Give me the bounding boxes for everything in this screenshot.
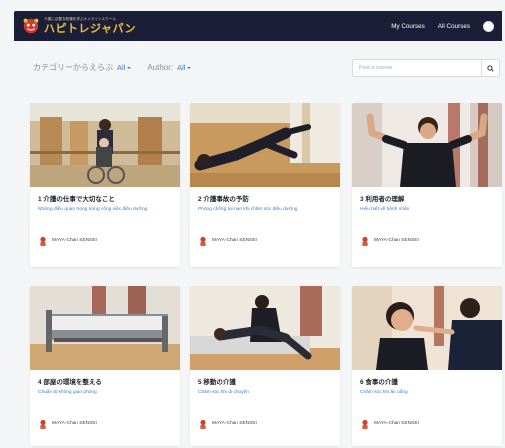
course-thumbnail-corridor-wheelchair[interactable] <box>30 103 180 187</box>
author-name: MAYA-Chan SENSEI <box>52 421 97 427</box>
course-title[interactable]: 3 利用者の理解 <box>352 187 502 204</box>
course-thumbnail-feeding[interactable] <box>352 286 502 370</box>
course-card[interactable]: 2 介護事故の予防 Phòng chống tai nạn khi chăm s… <box>190 103 340 267</box>
course-author: MAYA-Chan SENSEI <box>30 411 180 429</box>
course-card[interactable]: 5 移動の介護 Chăm sóc khi di chuyển MAYA-Chan… <box>190 286 340 446</box>
category-filter-value: All <box>117 63 126 72</box>
course-author: MAYA-Chan SENSEI <box>190 411 340 429</box>
filter-bar: カテゴリーからえらぶ All Author: All <box>33 62 203 73</box>
search-button[interactable] <box>481 60 499 76</box>
author-filter-value: All <box>177 63 186 72</box>
chevron-down-icon <box>187 66 192 69</box>
user-avatar[interactable] <box>483 20 494 32</box>
category-filter-label: カテゴリーからえらぶ <box>33 63 113 72</box>
author-name: MAYA-Chan SENSEI <box>212 238 257 244</box>
course-title[interactable]: 1 介護の仕事で大切なこと <box>30 187 180 204</box>
course-author: MAYA-Chan SENSEI <box>30 228 180 246</box>
author-avatar-icon <box>200 236 206 246</box>
category-filter-dropdown[interactable]: All <box>117 63 132 72</box>
site-logo[interactable]: 介護に必要な知識を学ぶオンラインスクール ハピトレジャパン <box>22 17 136 35</box>
course-subtitle: Chăm sóc khi ăn uống <box>360 389 408 395</box>
course-card[interactable]: 6 食事の介護 Chăm sóc khi ăn uống MAYA-Chan S… <box>352 286 502 446</box>
course-thumbnail-fallen-person[interactable] <box>190 103 340 187</box>
nav-all-courses[interactable]: All Courses <box>438 23 470 30</box>
author-avatar-icon <box>362 419 368 429</box>
search-input[interactable] <box>353 60 481 76</box>
course-subtitle: Chăm sóc khi di chuyển <box>198 389 249 395</box>
course-card[interactable]: 1 介護の仕事で大切なこと Những điều quan trọng tron… <box>30 103 180 267</box>
chevron-down-icon <box>127 66 132 69</box>
course-subtitle: Chuẩn bị không gian phòng <box>38 389 97 395</box>
course-title[interactable]: 6 食事の介護 <box>352 370 502 387</box>
course-author: MAYA-Chan SENSEI <box>352 411 502 429</box>
course-author: MAYA-Chan SENSEI <box>352 228 502 246</box>
course-subtitle: Những điều quan trọng trong công việc đi… <box>38 206 148 212</box>
course-subtitle: Hiểu biết về bệnh nhân <box>360 206 410 212</box>
search-icon <box>487 64 494 72</box>
course-thumbnail-bed-transfer[interactable] <box>190 286 340 370</box>
course-thumbnail-care-bed[interactable] <box>30 286 180 370</box>
author-filter-dropdown[interactable]: All <box>177 63 192 72</box>
author-avatar-icon <box>40 236 46 246</box>
course-card[interactable]: 4 部屋の環境を整える Chuẩn bị không gian phòng MA… <box>30 286 180 446</box>
author-avatar-icon <box>200 419 206 429</box>
course-author: MAYA-Chan SENSEI <box>190 228 340 246</box>
author-name: MAYA-Chan SENSEI <box>212 421 257 427</box>
author-avatar-icon <box>40 419 46 429</box>
logo-text: ハピトレジャパン <box>44 21 136 35</box>
course-title[interactable]: 5 移動の介護 <box>190 370 340 387</box>
course-card[interactable]: 3 利用者の理解 Hiểu biết về bệnh nhân MAYA-Cha… <box>352 103 502 267</box>
author-name: MAYA-Chan SENSEI <box>52 238 97 244</box>
top-navbar: 介護に必要な知識を学ぶオンラインスクール ハピトレジャパン My Courses… <box>14 11 502 41</box>
author-filter-label: Author: <box>147 63 174 72</box>
course-title[interactable]: 2 介護事故の予防 <box>190 187 340 204</box>
nav-my-courses[interactable]: My Courses <box>391 23 425 30</box>
course-title[interactable]: 4 部屋の環境を整える <box>30 370 180 387</box>
author-avatar-icon <box>362 236 368 246</box>
author-name: MAYA-Chan SENSEI <box>374 421 419 427</box>
course-thumbnail-man-arms-raised[interactable] <box>352 103 502 187</box>
author-name: MAYA-Chan SENSEI <box>374 238 419 244</box>
course-search <box>352 59 500 77</box>
logo-mascot-icon <box>23 18 39 34</box>
course-subtitle: Phòng chống tai nạn khi chăm sóc điều dư… <box>198 206 298 212</box>
